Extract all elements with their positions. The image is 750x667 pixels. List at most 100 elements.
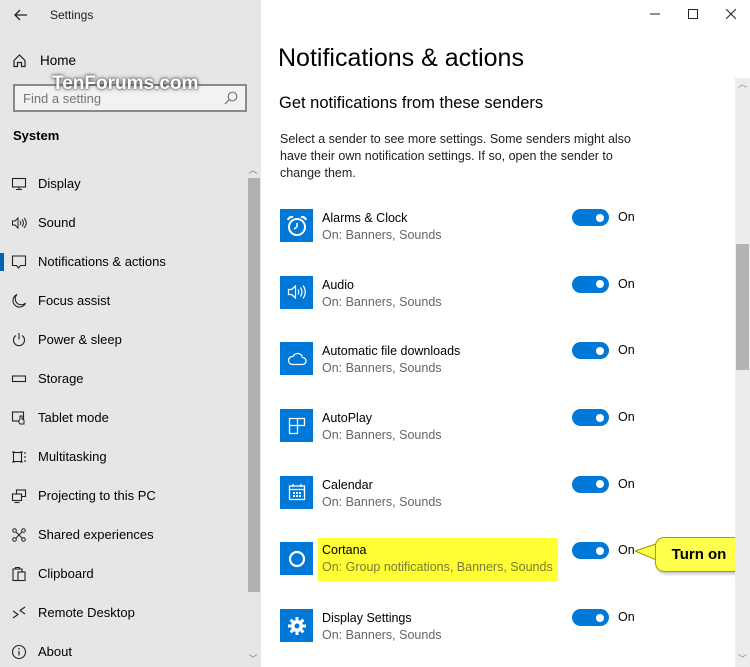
storage-icon (11, 371, 27, 387)
display-icon (11, 176, 27, 192)
sender-status: On: Banners, Sounds (322, 294, 442, 309)
sidebar: Settings Home TenForums.com System Displ… (0, 0, 261, 667)
sidebar-item-label: Notifications & actions (38, 254, 166, 269)
toggle-state-label: On (618, 210, 635, 224)
sender-toggle[interactable] (572, 275, 609, 293)
scroll-up-arrow-icon[interactable]: ︿ (735, 78, 750, 90)
sender-toggle[interactable] (572, 475, 609, 493)
toggle-state-label: On (618, 410, 635, 425)
scroll-up-arrow-icon[interactable]: ︿ (246, 164, 260, 176)
sidebar-item-focus-assist[interactable]: Focus assist (0, 281, 246, 320)
scroll-down-arrow-icon[interactable]: ﹀ (735, 653, 750, 665)
moon-icon (11, 293, 27, 309)
sidebar-item-label: About (38, 644, 72, 659)
speaker-icon (280, 275, 313, 309)
sender-name: AutoPlay (322, 411, 373, 426)
sidebar-item-label: Sound (38, 215, 76, 230)
sidebar-item-label: Storage (38, 371, 84, 386)
sender-status: On: Banners, Sounds (322, 361, 442, 376)
sidebar-item-label: Tablet mode (38, 410, 109, 425)
sender-autoplay[interactable]: AutoPlay On: Banners, Sounds On (280, 401, 650, 468)
remote-desktop-icon (11, 605, 27, 621)
senders-list: Alarms & Clock On: Banners, Sounds On Aud… (280, 201, 650, 667)
info-icon (11, 644, 27, 660)
sender-name: Alarms & Clock (322, 211, 408, 225)
main-scrollbar[interactable]: ﹀ (735, 244, 750, 667)
close-button[interactable] (712, 2, 750, 26)
minimize-icon (650, 13, 660, 15)
sidebar-item-power-sleep[interactable]: Power & sleep (0, 320, 246, 359)
sidebar-item-tablet-mode[interactable]: Tablet mode (0, 398, 246, 437)
back-button[interactable] (8, 2, 34, 28)
sidebar-item-projecting[interactable]: Projecting to this PC (0, 476, 246, 515)
sender-automatic-file-downloads[interactable]: Automatic file downloads On: Banners, Sou… (280, 334, 650, 401)
sidebar-item-label: Shared experiences (38, 527, 154, 542)
toggle-state-label: On (618, 343, 635, 358)
sidebar-item-clipboard[interactable]: Clipboard (0, 554, 246, 593)
sidebar-item-label: Display (38, 176, 81, 191)
sidebar-item-remote-desktop[interactable]: Remote Desktop (0, 593, 246, 632)
alarm-clock-icon (280, 209, 313, 242)
sender-toggle[interactable] (572, 209, 609, 226)
sender-name: Calendar (322, 477, 373, 492)
sidebar-item-about[interactable]: About (0, 632, 246, 667)
sidebar-item-shared-experiences[interactable]: Shared experiences (0, 515, 246, 554)
sender-alarms-clock[interactable]: Alarms & Clock On: Banners, Sounds On (280, 201, 650, 268)
sender-status: On: Banners, Sounds (322, 428, 442, 443)
sidebar-item-notifications-actions[interactable]: Notifications & actions (0, 242, 246, 281)
home-link[interactable]: Home (12, 50, 76, 70)
sidebar-item-display[interactable]: Display (0, 164, 246, 203)
close-icon (726, 9, 736, 19)
sender-status: On: Banners, Sounds (322, 494, 442, 509)
toggle-state-label: On (618, 476, 635, 491)
sidebar-item-label: Focus assist (38, 293, 111, 308)
home-icon (13, 53, 26, 67)
callout-annotation: Turn on (655, 537, 743, 572)
search-icon[interactable] (223, 90, 239, 106)
section-heading: Get notifications from these senders (279, 94, 544, 112)
sender-display-settings[interactable]: Display Settings On: Banners, Sounds On (280, 601, 650, 667)
watermark: TenForums.com (52, 73, 199, 94)
sidebar-scrollbar-thumb[interactable] (248, 178, 260, 592)
sidebar-scrollbar[interactable]: ︿ ﹀ (246, 164, 260, 667)
cloud-icon (280, 342, 313, 376)
sidebar-nav: Display Sound Notifications & actions Fo… (0, 164, 246, 667)
clipboard-icon (11, 566, 27, 582)
sender-toggle[interactable] (572, 542, 609, 560)
sender-toggle[interactable] (572, 342, 609, 360)
sidebar-item-label: Projecting to this PC (38, 488, 156, 503)
sidebar-item-sound[interactable]: Sound (0, 203, 246, 242)
main-scrollbar-thumb[interactable] (736, 244, 749, 370)
minimize-button[interactable] (636, 2, 674, 26)
sidebar-item-storage[interactable]: Storage (0, 359, 246, 398)
sender-toggle[interactable] (572, 609, 609, 627)
sender-name: Display Settings (322, 611, 412, 626)
sound-icon (11, 215, 27, 231)
sender-name: Audio (322, 277, 354, 292)
home-label: Home (40, 52, 77, 68)
main-scrollbar-track[interactable]: ︿ (735, 78, 750, 244)
shared-experiences-icon (11, 527, 27, 543)
sidebar-item-multitasking[interactable]: Multitasking (0, 437, 246, 476)
sender-toggle[interactable] (572, 409, 609, 427)
sidebar-item-label: Multitasking (38, 449, 107, 464)
cortana-icon (280, 542, 313, 576)
window-controls (636, 2, 750, 26)
sender-name: Automatic file downloads (322, 344, 461, 359)
sender-audio[interactable]: Audio On: Banners, Sounds On (280, 268, 650, 335)
sidebar-item-label: Clipboard (38, 566, 94, 581)
calendar-icon (280, 475, 313, 509)
toggle-state-label: On (618, 610, 635, 625)
page-title: Notifications & actions (278, 44, 524, 72)
sender-cortana[interactable]: Cortana On: Group notifications, Banners,… (280, 534, 650, 601)
sender-status: On: Banners, Sounds (322, 628, 442, 643)
sidebar-item-label: Power & sleep (38, 332, 122, 347)
multitasking-icon (11, 449, 27, 465)
sender-calendar[interactable]: Calendar On: Banners, Sounds On (280, 468, 650, 535)
highlight-box: Cortana On: Group notifications, Banners,… (318, 538, 558, 582)
scroll-down-arrow-icon[interactable]: ﹀ (246, 653, 260, 665)
gear-icon (280, 609, 313, 643)
maximize-button[interactable] (674, 2, 712, 26)
toggle-state-label: On (618, 543, 635, 558)
autoplay-icon (280, 409, 313, 443)
